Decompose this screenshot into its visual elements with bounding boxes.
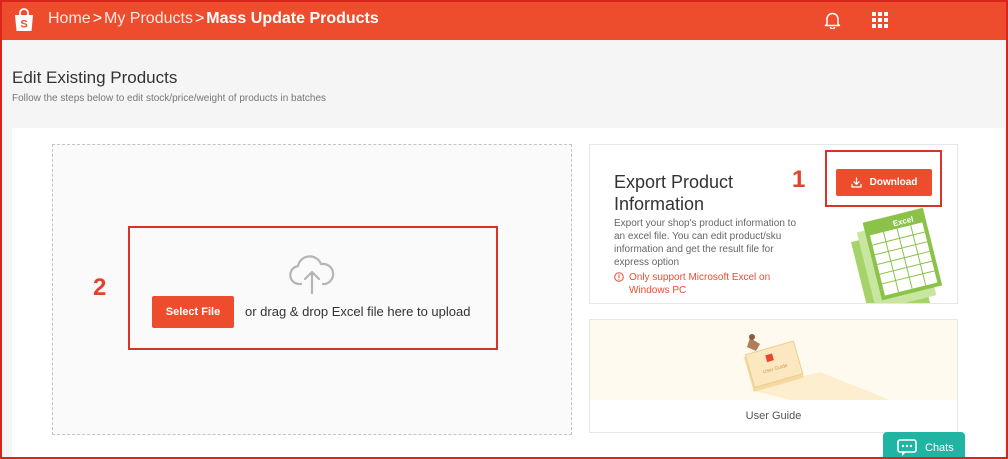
breadcrumb: Home > My Products > Mass Update Products [48,10,379,28]
annotation-box-step-1 [825,150,942,207]
page-title: Edit Existing Products [12,68,178,87]
export-title: Export Product Information [614,172,734,214]
guide-book-icon: User Guide [743,334,890,400]
export-warning-text: Only support Microsoft Excel on Windows … [629,272,771,296]
page-subtitle: Follow the steps below to edit stock/pri… [12,93,327,104]
excel-sheet-illustration: Excel [851,207,943,303]
info-circle-icon [614,272,624,282]
svg-text:S: S [20,19,27,31]
user-guide-label: User Guide [745,410,802,422]
breadcrumb-my-products[interactable]: My Products [104,10,193,27]
chats-button[interactable]: Chats [883,432,965,459]
bell-icon[interactable] [824,11,841,29]
chats-label: Chats [925,442,954,454]
annotation-number-2: 2 [93,274,107,301]
breadcrumb-current: Mass Update Products [206,10,379,27]
annotation-box-step-2 [128,226,498,350]
chat-bubble-icon [897,439,917,456]
breadcrumb-separator: > [194,10,205,27]
apps-grid-icon[interactable] [872,12,888,28]
export-description: Export your shop's product information t… [614,218,797,268]
annotation-number-1: 1 [792,166,806,193]
user-guide-card[interactable]: User Guide User Guide [589,319,958,433]
export-warning: Only support Microsoft Excel on Windows … [614,271,794,297]
user-guide-illustration: User Guide [590,320,957,400]
shop-logo-icon[interactable]: S [12,7,36,33]
breadcrumb-home[interactable]: Home [48,10,91,27]
breadcrumb-separator: > [92,10,103,27]
top-nav-bar: S Home > My Products > Mass Update Products [0,0,1008,40]
